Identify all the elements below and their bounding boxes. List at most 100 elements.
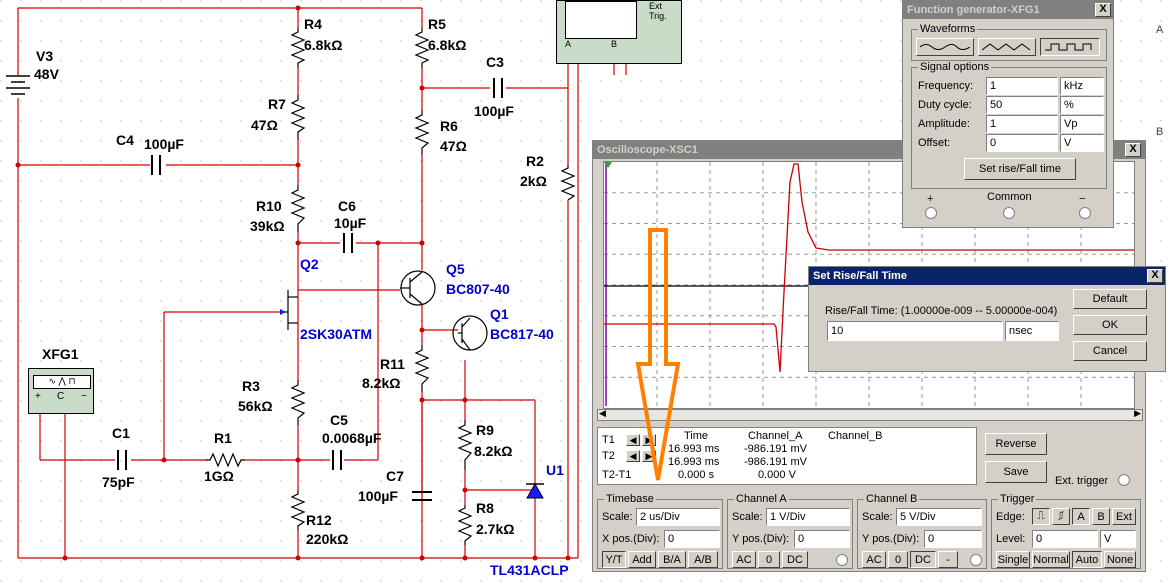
signal-options-group: Signal options Frequency: 1 kHz Duty cyc… [911,61,1107,189]
annotation-down-arrow [635,228,681,481]
trigger-level-input[interactable]: 0 [1032,530,1098,548]
offset-unit[interactable]: V [1060,134,1104,152]
rise-fall-title: Set Rise/Fall Time [813,270,907,282]
readout-header-b: Channel_B [828,430,883,442]
xsc1-instrument[interactable]: A B Ext Trig. [556,0,682,64]
channel-a-ypos-input[interactable]: 0 [794,530,850,548]
label-r6-ref: R6 [440,118,458,134]
timebase-xpos-input[interactable]: 0 [664,530,720,548]
falling-edge-icon[interactable]: ⎎ [1052,508,1070,525]
normal-button[interactable]: Normal [1032,551,1070,568]
save-button[interactable]: Save [985,461,1047,483]
trigger-level-unit[interactable]: V [1100,530,1136,548]
rising-edge-icon[interactable]: ⎍ [1032,508,1050,525]
label-c5-value: 0.0068µF [322,430,382,446]
channel-a-ac-button[interactable]: AC [732,551,756,568]
scroll-right-icon[interactable]: ▶ [1134,408,1141,419]
ab-button[interactable]: A/B [688,551,718,568]
xsc1-ext-trig: Ext Trig. [649,1,667,21]
oscilloscope-close-button[interactable]: X [1125,143,1141,157]
reverse-button[interactable]: Reverse [985,433,1047,455]
frequency-unit[interactable]: kHz [1060,77,1104,95]
label-v3-value: 48V [34,66,59,82]
yt-button[interactable]: Y/T [602,551,626,568]
trigger-edge-label: Edge: [996,511,1025,523]
label-r2-ref: R2 [526,153,544,169]
channel-a-terminal-icon[interactable] [836,554,848,566]
channel-b-ac-button[interactable]: AC [862,551,886,568]
fg-minus-terminal-icon[interactable] [1079,207,1091,219]
set-rise-fall-button[interactable]: Set rise/Fall time [964,158,1076,180]
label-r11-value: 8.2kΩ [362,375,401,391]
channel-b-ypos-input[interactable]: 0 [924,530,982,548]
function-generator-title: Function generator-XFG1 [907,4,1040,16]
auto-button[interactable]: Auto [1072,551,1102,568]
trigger-b-button[interactable]: B [1092,508,1110,525]
label-c3-value: 100µF [474,103,514,119]
trigger-a-button[interactable]: A [1072,508,1090,525]
channel-a-scale-input[interactable]: 1 V/Div [766,508,850,526]
xfg1-instrument[interactable]: ∿ ⋀ ⊓ + C − [28,368,94,414]
frequency-input[interactable]: 1 [986,77,1058,95]
label-c1-value: 75pF [102,474,135,490]
cursor-marker[interactable] [604,162,612,168]
multisim-workspace: { "schematic": { "components": [ {"ref":… [0,0,1170,583]
ext-trigger-terminal-icon[interactable] [1118,474,1130,486]
duty-cycle-unit[interactable]: % [1060,96,1104,114]
label-c5-ref: C5 [330,412,348,428]
label-r3-ref: R3 [242,378,260,394]
fg-common-terminal-icon[interactable] [1003,207,1015,219]
label-q5-value: BC807-40 [446,281,510,297]
function-generator-close-button[interactable]: X [1095,3,1111,17]
none-button[interactable]: None [1104,551,1136,568]
label-r3-value: 56kΩ [238,398,273,414]
scroll-left-icon[interactable]: ◀ [599,408,606,419]
channel-a-zero-button[interactable]: 0 [758,551,780,568]
rise-fall-unit[interactable]: nsec [1005,321,1059,341]
xsc1-terminal-b: B [611,39,618,49]
label-c4-value: 100µF [144,136,184,152]
rise-fall-value-input[interactable]: 10 [827,321,1003,341]
label-r5-ref: R5 [428,16,446,32]
single-button[interactable]: Single [996,551,1030,568]
trigger-group: Trigger Edge: ⎍ ⎎ A B Ext Level: 0 V Sin… [991,493,1141,569]
ba-button[interactable]: B/A [658,551,686,568]
function-generator-titlebar[interactable]: Function generator-XFG1 [903,1,1113,19]
channel-a-scale-label: Scale: [732,511,763,523]
channel-b-dc-button[interactable]: DC [910,551,936,568]
timebase-label: Timebase [604,493,656,505]
fg-plus-terminal-icon[interactable] [925,207,937,219]
label-r12-value: 220kΩ [306,531,349,547]
label-r2-value: 2kΩ [520,173,547,189]
duty-cycle-input[interactable]: 50 [986,96,1058,114]
channel-b-terminal-icon[interactable] [970,554,982,566]
triangle-wave-icon[interactable] [978,38,1036,56]
readout-t2-a: -986.191 mV [744,456,807,468]
rise-fall-close-button[interactable]: X [1147,269,1163,283]
amplitude-input[interactable]: 1 [986,115,1058,133]
add-button[interactable]: Add [628,551,656,568]
cancel-button[interactable]: Cancel [1073,341,1147,361]
channel-b-group: Channel B Scale: 5 V/Div Y pos.(Div): 0 … [857,493,987,569]
ok-button[interactable]: OK [1073,315,1147,335]
channel-b-scale-input[interactable]: 5 V/Div [896,508,982,526]
rise-fall-titlebar[interactable]: Set Rise/Fall Time [809,267,1165,285]
readout-t2-label: T2 [602,450,615,462]
label-q1-value: BC817-40 [490,326,554,342]
label-c7-value: 100µF [358,488,398,504]
amplitude-unit[interactable]: Vp [1060,115,1104,133]
channel-b-minus-button[interactable]: - [938,551,958,568]
channel-b-zero-button[interactable]: 0 [888,551,908,568]
channel-a-dc-button[interactable]: DC [782,551,808,568]
label-c6-value: 10µF [334,215,367,231]
timebase-scale-input[interactable]: 2 us/Div [636,508,720,526]
duty-cycle-label: Duty cycle: [918,99,972,111]
label-r7-value: 47Ω [251,117,278,133]
trigger-ext-button[interactable]: Ext [1112,508,1136,525]
default-button[interactable]: Default [1073,289,1147,309]
trigger-label: Trigger [998,493,1037,505]
offset-input[interactable]: 0 [986,134,1058,152]
readout-header-a: Channel_A [748,430,803,442]
sine-wave-icon[interactable] [916,38,974,56]
square-wave-icon[interactable] [1040,38,1100,56]
